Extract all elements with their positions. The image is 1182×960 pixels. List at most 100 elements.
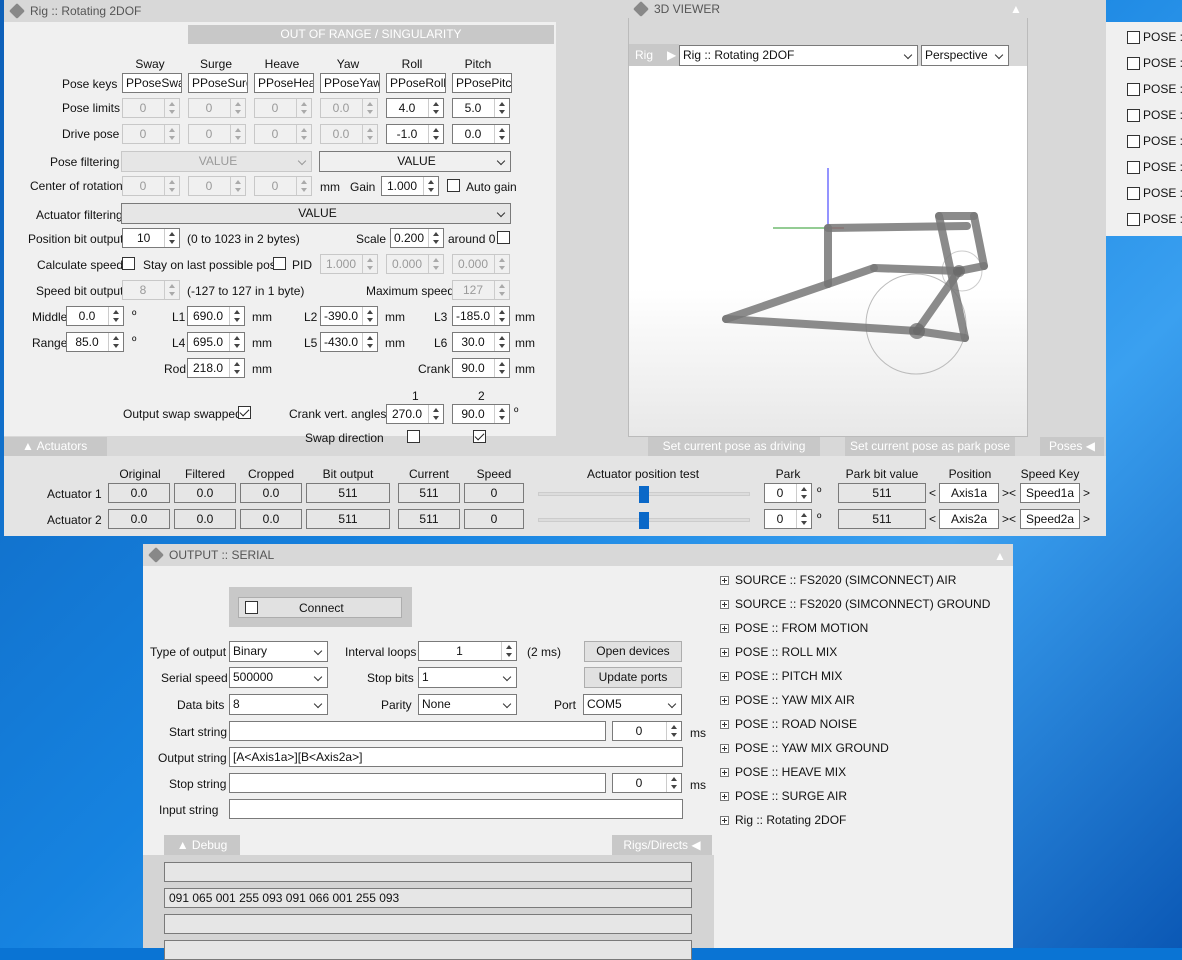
viewer-collapse-icon[interactable]: ▲ bbox=[1010, 2, 1022, 16]
center-x-stepper[interactable]: 0 bbox=[122, 176, 180, 196]
stepper-arrows-icon[interactable] bbox=[494, 359, 509, 377]
pose-limit-yaw-stepper[interactable]: 0.0 bbox=[320, 98, 378, 118]
pose-limit-pitch-stepper[interactable]: 5.0 bbox=[452, 98, 510, 118]
right-pose-item[interactable]: POSE :: bbox=[1127, 30, 1182, 45]
stepper-arrows-icon[interactable] bbox=[108, 333, 123, 351]
pose-checkbox[interactable] bbox=[1127, 161, 1140, 175]
right-pose-item[interactable]: POSE :: bbox=[1127, 56, 1182, 71]
tree-item[interactable]: POSE :: YAW MIX AIR bbox=[720, 693, 855, 707]
pid-p-stepper[interactable]: 1.000 bbox=[320, 254, 378, 274]
serial-titlebar[interactable]: OUTPUT :: SERIAL bbox=[143, 544, 1013, 566]
serial-speed-select[interactable]: 500000 bbox=[229, 667, 328, 688]
center-z-stepper[interactable]: 0 bbox=[254, 176, 312, 196]
stepper-arrows-icon[interactable] bbox=[362, 333, 377, 351]
right-pose-item[interactable]: POSE :: bbox=[1127, 212, 1182, 227]
l3-stepper[interactable]: -185.0 bbox=[452, 306, 510, 326]
stepper-arrows-icon[interactable] bbox=[428, 99, 443, 117]
pose-checkbox[interactable] bbox=[1127, 109, 1140, 123]
viewer-titlebar[interactable]: 3D VIEWER bbox=[628, 0, 1028, 18]
expand-icon[interactable] bbox=[720, 576, 729, 585]
stepper-arrows-icon[interactable] bbox=[494, 405, 509, 423]
port-select[interactable]: COM5 bbox=[583, 694, 682, 715]
pose-checkbox[interactable] bbox=[1127, 31, 1140, 45]
tree-item[interactable]: POSE :: PITCH MIX bbox=[720, 669, 842, 683]
maximum-speed-stepper[interactable]: 127 bbox=[452, 280, 510, 300]
pid-checkbox[interactable] bbox=[273, 257, 286, 270]
stepper-arrows-icon[interactable] bbox=[230, 99, 245, 117]
data-bits-select[interactable]: 8 bbox=[229, 694, 328, 715]
stepper-arrows-icon[interactable] bbox=[164, 229, 179, 247]
stepper-arrows-icon[interactable] bbox=[229, 333, 244, 351]
pose-key-heave-input[interactable]: PPoseHeave bbox=[254, 73, 314, 93]
rig-selector-label[interactable]: Rig ▶ bbox=[629, 44, 679, 66]
crank-angle-2-stepper[interactable]: 90.0 bbox=[452, 404, 510, 424]
actuator-1-slider-thumb[interactable] bbox=[639, 486, 649, 503]
actuator-1-position-key-input[interactable]: Axis1a bbox=[939, 483, 999, 503]
tree-item[interactable]: POSE :: FROM MOTION bbox=[720, 621, 868, 635]
pose-key-sway-input[interactable]: PPoseSway bbox=[122, 73, 182, 93]
stepper-arrows-icon[interactable] bbox=[428, 255, 443, 273]
tree-item[interactable]: POSE :: ROAD NOISE bbox=[720, 717, 857, 731]
pose-limit-heave-stepper[interactable]: 0 bbox=[254, 98, 312, 118]
pose-checkbox[interactable] bbox=[1127, 187, 1140, 201]
drive-pose-surge-stepper[interactable]: 0 bbox=[188, 124, 246, 144]
interval-loops-stepper[interactable]: 1 bbox=[418, 641, 517, 661]
expand-icon[interactable] bbox=[720, 696, 729, 705]
pose-checkbox[interactable] bbox=[1127, 213, 1140, 227]
stepper-arrows-icon[interactable] bbox=[362, 255, 377, 273]
stop-string-input[interactable] bbox=[229, 773, 606, 793]
update-ports-button[interactable]: Update ports bbox=[584, 667, 682, 688]
pose-checkbox[interactable] bbox=[1127, 135, 1140, 149]
expand-icon[interactable] bbox=[720, 672, 729, 681]
open-devices-button[interactable]: Open devices bbox=[584, 641, 682, 662]
stepper-arrows-icon[interactable] bbox=[796, 510, 811, 528]
stepper-arrows-icon[interactable] bbox=[428, 125, 443, 143]
tree-item[interactable]: POSE :: SURGE AIR bbox=[720, 789, 847, 803]
stepper-arrows-icon[interactable] bbox=[164, 99, 179, 117]
type-of-output-select[interactable]: Binary bbox=[229, 641, 328, 662]
l5-stepper[interactable]: -430.0 bbox=[320, 332, 378, 352]
tree-item[interactable]: Rig :: Rotating 2DOF bbox=[720, 813, 846, 827]
tab-actuators[interactable]: ▲ Actuators bbox=[4, 437, 107, 456]
set-park-pose-button[interactable]: Set current pose as park pose bbox=[845, 437, 1015, 456]
stepper-arrows-icon[interactable] bbox=[229, 359, 244, 377]
connect-button[interactable]: Connect bbox=[238, 597, 402, 618]
pose-filtering-select-a[interactable]: VALUE bbox=[121, 151, 312, 172]
stepper-arrows-icon[interactable] bbox=[494, 333, 509, 351]
stop-ms-stepper[interactable]: 0 bbox=[612, 773, 682, 793]
stepper-arrows-icon[interactable] bbox=[796, 484, 811, 502]
output-swap-checkbox[interactable] bbox=[238, 406, 251, 419]
right-pose-item[interactable]: POSE :: bbox=[1127, 82, 1182, 97]
output-string-input[interactable]: [A<Axis1a>][B<Axis2a>] bbox=[229, 747, 683, 767]
position-bit-stepper[interactable]: 10 bbox=[122, 228, 180, 248]
stepper-arrows-icon[interactable] bbox=[494, 99, 509, 117]
expand-icon[interactable] bbox=[720, 816, 729, 825]
tree-item[interactable]: POSE :: HEAVE MIX bbox=[720, 765, 846, 779]
middle-stepper[interactable]: 0.0 bbox=[66, 306, 124, 326]
drive-pose-sway-stepper[interactable]: 0 bbox=[122, 124, 180, 144]
tree-item[interactable]: POSE :: ROLL MIX bbox=[720, 645, 837, 659]
stepper-arrows-icon[interactable] bbox=[666, 722, 681, 740]
range-stepper[interactable]: 85.0 bbox=[66, 332, 124, 352]
speed-bit-stepper[interactable]: 8 bbox=[122, 280, 180, 300]
stepper-arrows-icon[interactable] bbox=[494, 255, 509, 273]
center-y-stepper[interactable]: 0 bbox=[188, 176, 246, 196]
actuator-filtering-select[interactable]: VALUE bbox=[121, 203, 511, 224]
tree-item[interactable]: POSE :: YAW MIX GROUND bbox=[720, 741, 889, 755]
drive-pose-roll-stepper[interactable]: -1.0 bbox=[386, 124, 444, 144]
pose-limit-roll-stepper[interactable]: 4.0 bbox=[386, 98, 444, 118]
swap-direction-2-checkbox[interactable] bbox=[473, 430, 486, 443]
pose-checkbox[interactable] bbox=[1127, 83, 1140, 97]
crank-stepper[interactable]: 90.0 bbox=[452, 358, 510, 378]
stepper-arrows-icon[interactable] bbox=[164, 177, 179, 195]
pose-key-surge-input[interactable]: PPoseSurge bbox=[188, 73, 248, 93]
actuator-2-speed-key-input[interactable]: Speed2a bbox=[1020, 509, 1080, 529]
right-pose-item[interactable]: POSE :: bbox=[1127, 186, 1182, 201]
rig-window-titlebar[interactable]: Rig :: Rotating 2DOF bbox=[4, 0, 556, 22]
pose-key-pitch-input[interactable]: PPosePitch bbox=[452, 73, 512, 93]
connect-checkbox[interactable] bbox=[245, 601, 258, 614]
stepper-arrows-icon[interactable] bbox=[296, 177, 311, 195]
pose-filtering-select-b[interactable]: VALUE bbox=[319, 151, 511, 172]
actuator-1-speed-key-input[interactable]: Speed1a bbox=[1020, 483, 1080, 503]
tab-debug[interactable]: ▲ Debug bbox=[164, 835, 240, 855]
